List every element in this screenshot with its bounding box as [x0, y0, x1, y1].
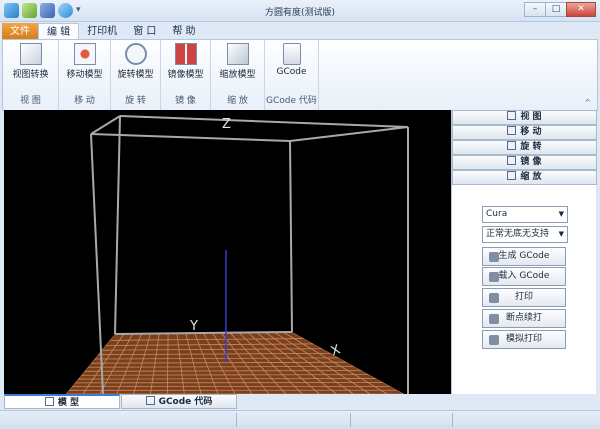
- group-scale: 缩放模型 缩 放: [211, 40, 265, 110]
- group-move: 移动模型 移 动: [59, 40, 111, 110]
- group-label: 视 图: [20, 96, 41, 106]
- chevron-down-icon: ▼: [558, 230, 564, 238]
- view-icon: [507, 111, 517, 120]
- print-icon: [489, 293, 499, 303]
- window-controls: – □ ✕: [524, 2, 596, 17]
- axis-z-label: Z: [222, 117, 231, 132]
- group-rotate: 旋转模型 旋 转: [111, 40, 161, 110]
- group-gcode: GCode GCode 代码: [265, 40, 319, 110]
- close-button[interactable]: ✕: [566, 2, 596, 17]
- panel-tab-rotate[interactable]: 旋 转: [452, 140, 597, 155]
- support-select[interactable]: 正常无底无支持 ▼: [482, 226, 568, 243]
- group-label: GCode 代码: [266, 96, 317, 106]
- scale-icon: [507, 171, 517, 180]
- status-divider: [350, 413, 351, 427]
- tab-gcode[interactable]: GCode 代码: [121, 394, 237, 409]
- print-button[interactable]: 打印: [482, 288, 566, 307]
- simulate-print-button[interactable]: 模拟打印: [482, 330, 566, 349]
- slicer-select[interactable]: Cura ▼: [482, 206, 568, 223]
- panel-tab-mirror[interactable]: 镜 像: [452, 155, 597, 170]
- bottom-tabs: 模 型 GCode 代码: [4, 394, 451, 410]
- title-bar: ▾ 方圆有度(测试版) – □ ✕: [0, 0, 600, 22]
- generate-gcode-button[interactable]: 生成 GCode: [482, 247, 566, 266]
- gcode-button[interactable]: GCode: [268, 43, 316, 77]
- status-divider: [452, 413, 453, 427]
- group-view: 视图转换 视 图: [3, 40, 59, 110]
- rotate-icon: [507, 141, 517, 150]
- scale-icon: [226, 43, 249, 65]
- panel-tab-scale[interactable]: 缩 放: [452, 170, 597, 185]
- tab-edit[interactable]: 编 辑: [38, 23, 80, 40]
- window-title: 方圆有度(测试版): [264, 8, 336, 18]
- status-bar: [0, 410, 600, 429]
- group-label: 镜 像: [175, 96, 196, 106]
- scale-model-button[interactable]: 缩放模型: [214, 43, 262, 80]
- ribbon-tabs: 文件 编 辑 打印机 窗 口 帮 助: [0, 22, 600, 40]
- 3d-viewport[interactable]: Z Y X: [4, 110, 451, 394]
- minimize-button[interactable]: –: [524, 2, 546, 17]
- resume-print-button[interactable]: 断点续打: [482, 309, 566, 328]
- tab-file[interactable]: 文件: [2, 23, 38, 40]
- generate-icon: [489, 252, 499, 262]
- status-divider: [236, 413, 237, 427]
- rotate-icon: [124, 43, 147, 65]
- view-switch-button[interactable]: 视图转换: [7, 43, 55, 80]
- ribbon: 视图转换 视 图 移动模型 移 动 旋转模型 旋 转 镜像模型 镜 像 缩放模型…: [2, 39, 598, 111]
- group-label: 旋 转: [125, 96, 146, 106]
- panel-tab-move[interactable]: 移 动: [452, 125, 597, 140]
- group-label: 移 动: [74, 96, 95, 106]
- load-icon: [489, 272, 499, 282]
- resume-icon: [489, 314, 499, 324]
- tab-window[interactable]: 窗 口: [125, 23, 164, 40]
- gcode-icon: [145, 396, 155, 405]
- model-icon: [44, 397, 54, 406]
- group-label: 缩 放: [227, 96, 248, 106]
- group-mirror: 镜像模型 镜 像: [161, 40, 211, 110]
- chevron-down-icon: ▼: [558, 210, 564, 218]
- axis-y-label: Y: [189, 319, 198, 334]
- mirror-model-button[interactable]: 镜像模型: [162, 43, 210, 80]
- move-icon: [507, 126, 517, 135]
- cube-icon: [19, 43, 42, 65]
- maximize-button[interactable]: □: [545, 2, 567, 17]
- move-model-button[interactable]: 移动模型: [61, 43, 109, 80]
- tab-model[interactable]: 模 型: [4, 394, 120, 409]
- rotate-model-button[interactable]: 旋转模型: [112, 43, 160, 80]
- gcode-file-icon: [282, 43, 301, 65]
- panel-tab-view[interactable]: 视 图: [452, 110, 597, 125]
- tab-help[interactable]: 帮 助: [164, 23, 203, 40]
- load-gcode-button[interactable]: 载入 GCode: [482, 267, 566, 286]
- mirror-icon: [174, 43, 197, 65]
- scene-svg: Z Y X: [66, 115, 409, 394]
- tab-printer[interactable]: 打印机: [79, 23, 125, 40]
- move-icon: [73, 43, 96, 65]
- mirror-icon: [507, 156, 517, 165]
- simulate-icon: [489, 335, 499, 345]
- right-panel: 视 图 移 动 旋 转 镜 像 缩 放 Cura ▼ 正常无底无支持 ▼ 生成 GC…: [451, 110, 597, 394]
- collapse-ribbon-icon[interactable]: ^: [584, 98, 591, 107]
